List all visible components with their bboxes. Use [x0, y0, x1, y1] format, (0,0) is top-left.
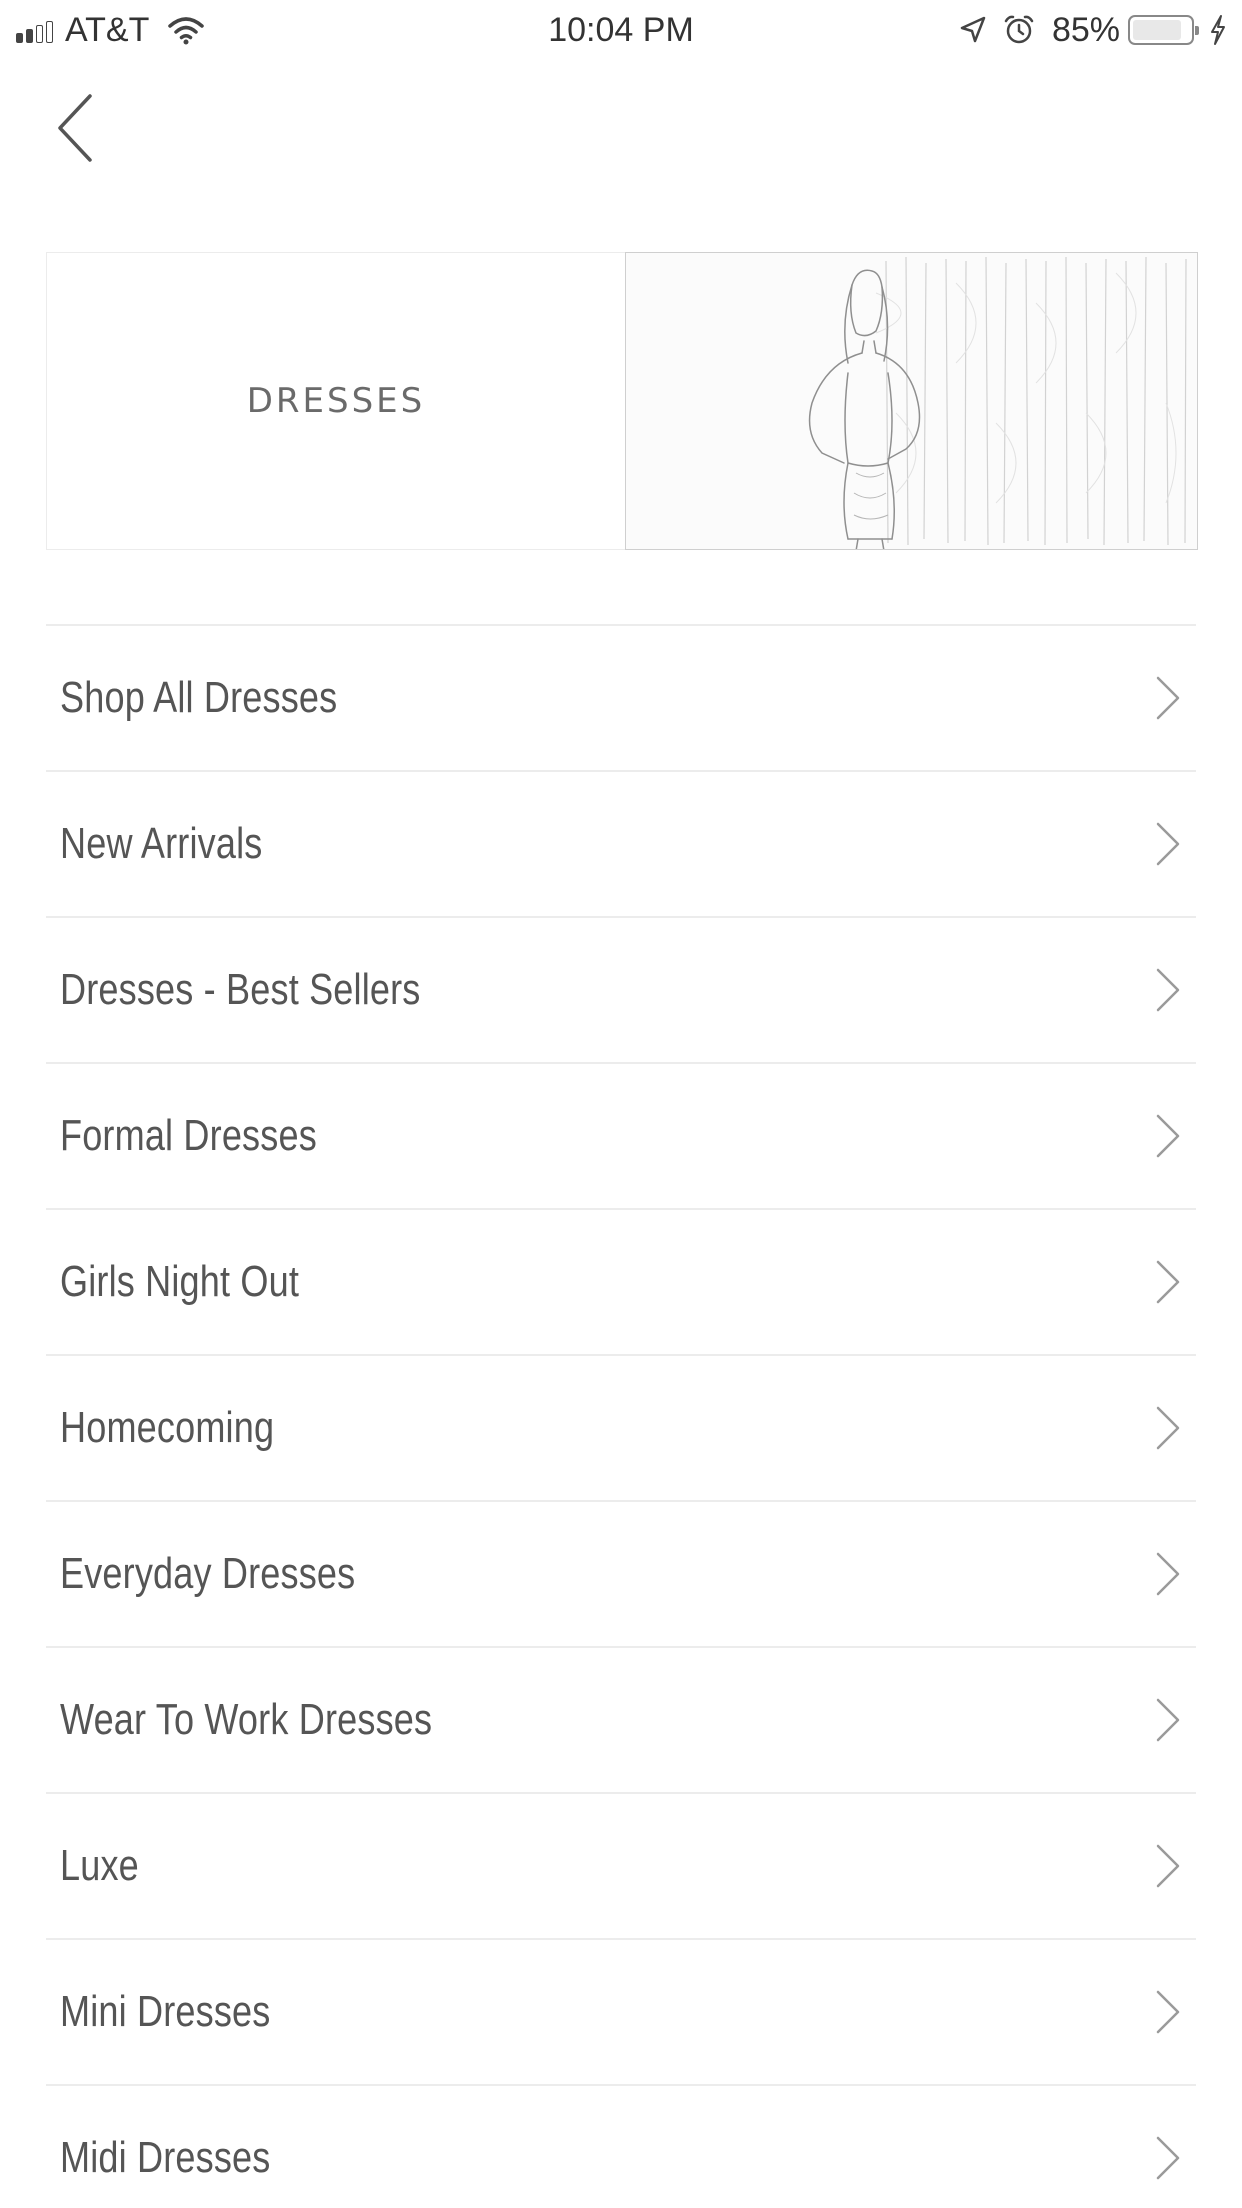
list-item-label: Mini Dresses — [60, 1987, 271, 2036]
list-item[interactable]: Girls Night Out — [46, 1210, 1196, 1356]
charging-icon — [1211, 15, 1225, 45]
list-item[interactable]: New Arrivals — [46, 772, 1196, 918]
list-item[interactable]: Mini Dresses — [46, 1940, 1196, 2086]
subcategory-list: Shop All Dresses New Arrivals Dresses - … — [46, 624, 1196, 2208]
category-banner[interactable]: DRESSES — [46, 252, 1198, 550]
chevron-right-icon — [1156, 1698, 1180, 1742]
list-item-label: New Arrivals — [60, 819, 263, 868]
chevron-right-icon — [1156, 822, 1180, 866]
list-item-label: Luxe — [60, 1841, 139, 1890]
list-item[interactable]: Luxe — [46, 1794, 1196, 1940]
alarm-icon — [1004, 15, 1034, 44]
chevron-right-icon — [1156, 1260, 1180, 1304]
chevron-left-icon — [58, 94, 92, 162]
list-item[interactable]: Shop All Dresses — [46, 626, 1196, 772]
list-item[interactable]: Everyday Dresses — [46, 1502, 1196, 1648]
status-bar: AT&T 10:04 PM 85% — [0, 0, 1242, 60]
list-item[interactable]: Wear To Work Dresses — [46, 1648, 1196, 1794]
back-button[interactable] — [50, 88, 110, 168]
battery-icon — [1128, 15, 1199, 45]
list-item[interactable]: Dresses - Best Sellers — [46, 918, 1196, 1064]
dresses-category-screen: AT&T 10:04 PM 85% DRESSES Shop All Dress… — [0, 0, 1242, 2208]
list-item-label: Shop All Dresses — [60, 673, 338, 722]
list-item-label: Dresses - Best Sellers — [60, 965, 421, 1014]
list-item-label: Homecoming — [60, 1403, 275, 1452]
model-in-dress-photo — [625, 252, 1198, 550]
list-item-label: Formal Dresses — [60, 1111, 317, 1160]
list-item[interactable]: Homecoming — [46, 1356, 1196, 1502]
chevron-right-icon — [1156, 2136, 1180, 2180]
list-item-label: Midi Dresses — [60, 2133, 271, 2182]
list-item[interactable]: Formal Dresses — [46, 1064, 1196, 1210]
list-item-label: Everyday Dresses — [60, 1549, 356, 1598]
chevron-right-icon — [1156, 676, 1180, 720]
banner-title: DRESSES — [246, 381, 426, 421]
battery-percent: 85% — [1051, 10, 1120, 49]
chevron-right-icon — [1156, 1114, 1180, 1158]
chevron-right-icon — [1156, 968, 1180, 1012]
list-item-label: Wear To Work Dresses — [60, 1695, 433, 1744]
location-icon — [960, 16, 986, 43]
chevron-right-icon — [1156, 1844, 1180, 1888]
chevron-right-icon — [1156, 1406, 1180, 1450]
chevron-right-icon — [1156, 1552, 1180, 1596]
list-item-label: Girls Night Out — [60, 1257, 300, 1306]
battery-level — [1133, 20, 1181, 40]
status-right: 85% — [958, 8, 1228, 52]
list-item[interactable]: Midi Dresses — [46, 2086, 1196, 2208]
chevron-right-icon — [1156, 1990, 1180, 2034]
